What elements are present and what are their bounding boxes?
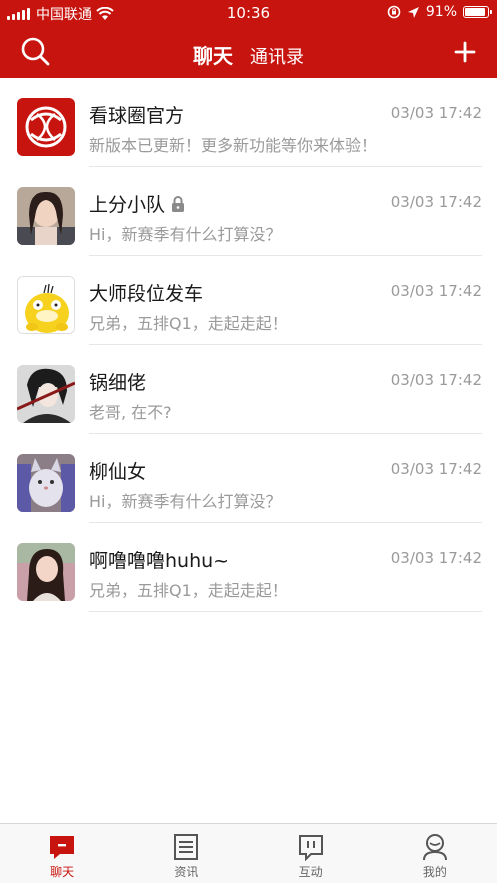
chat-preview: 老哥, 在不? (89, 403, 172, 422)
chat-icon (50, 836, 75, 859)
chat-item-huhu[interactable]: 啊噜噜噜huhu~ 03/03 17:42 兄弟，五排Q1，走起走起！ (0, 523, 497, 612)
chat-item-guo[interactable]: 锅细佬 03/03 17:42 老哥, 在不? (0, 345, 497, 434)
avatar (17, 454, 75, 512)
bottom-tab-bar: 聊天 资讯 互动 我的 (0, 823, 497, 883)
avatar (17, 187, 75, 245)
chat-time: 03/03 17:42 (390, 282, 482, 300)
plus-icon[interactable] (451, 38, 479, 66)
tab-bar-profile[interactable]: 我的 (373, 824, 497, 883)
rotation-lock-icon (387, 5, 401, 19)
battery-icon (463, 6, 492, 18)
duck-avatar (18, 277, 74, 333)
divider (89, 611, 482, 612)
chat-item-master[interactable]: 大师段位发车 03/03 17:42 兄弟，五排Q1，走起走起！ (0, 256, 497, 345)
nav-bar: 聊天 通讯录 (0, 26, 497, 78)
chat-name: 啊噜噜噜huhu~ (89, 550, 230, 572)
status-right: 91% (387, 4, 492, 20)
tab-bar-news[interactable]: 资讯 (124, 824, 248, 883)
chat-item-liu[interactable]: 柳仙女 03/03 17:42 Hi，新赛季有什么打算没？ (0, 434, 497, 523)
tab-label: 我的 (422, 865, 447, 879)
chat-time: 03/03 17:42 (390, 193, 482, 211)
nav-tabs: 聊天 通讯录 (0, 40, 497, 69)
tab-label: 聊天 (50, 865, 75, 879)
tab-bar-chat[interactable]: 聊天 (0, 824, 124, 883)
chat-name: 上分小队 (89, 190, 185, 217)
news-icon (174, 834, 199, 860)
tab-label: 互动 (298, 865, 323, 879)
location-icon (407, 6, 419, 18)
chat-preview: 兄弟，五排Q1，走起走起！ (89, 581, 288, 600)
tab-chat[interactable]: 聊天 (193, 40, 233, 69)
girl-photo-avatar (17, 187, 75, 245)
tab-contacts[interactable]: 通讯录 (250, 43, 304, 69)
status-bar: 中国联通 10:36 91% (0, 0, 497, 26)
tab-label: 资讯 (174, 865, 199, 879)
avatar (17, 276, 75, 334)
cat-photo-avatar (17, 454, 75, 512)
interact-icon (298, 835, 323, 861)
chat-name: 锅细佬 (89, 372, 147, 394)
chat-preview: 兄弟，五排Q1，走起走起！ (89, 314, 288, 333)
chat-preview: Hi，新赛季有什么打算没？ (89, 492, 282, 511)
avatar (17, 543, 75, 601)
chat-item-team[interactable]: 上分小队 03/03 17:42 Hi，新赛季有什么打算没？ (0, 167, 497, 256)
lock-icon (172, 195, 185, 212)
chat-time: 03/03 17:42 (390, 549, 482, 567)
anime-avatar (17, 365, 75, 423)
chat-time: 03/03 17:42 (390, 371, 482, 389)
chat-preview: 新版本已更新！更多新功能等你来体验！ (89, 136, 378, 155)
chat-name: 大师段位发车 (89, 283, 204, 305)
chat-item-official[interactable]: 看球圈官方 03/03 17:42 新版本已更新！更多新功能等你来体验！ (0, 78, 497, 167)
tab-bar-interact[interactable]: 互动 (249, 824, 373, 883)
avatar (17, 365, 75, 423)
avatar (17, 98, 75, 156)
chat-time: 03/03 17:42 (390, 460, 482, 478)
chat-name: 看球圈官方 (89, 105, 185, 127)
battery-percent: 91% (425, 4, 457, 20)
chat-time: 03/03 17:42 (390, 104, 482, 122)
chat-list: 看球圈官方 03/03 17:42 新版本已更新！更多新功能等你来体验！ 上分小… (0, 78, 497, 612)
app-logo-avatar (17, 98, 75, 156)
woman-photo-avatar (17, 543, 75, 601)
chat-name: 柳仙女 (89, 461, 147, 483)
chat-preview: Hi，新赛季有什么打算没？ (89, 225, 282, 244)
profile-icon (422, 834, 447, 861)
